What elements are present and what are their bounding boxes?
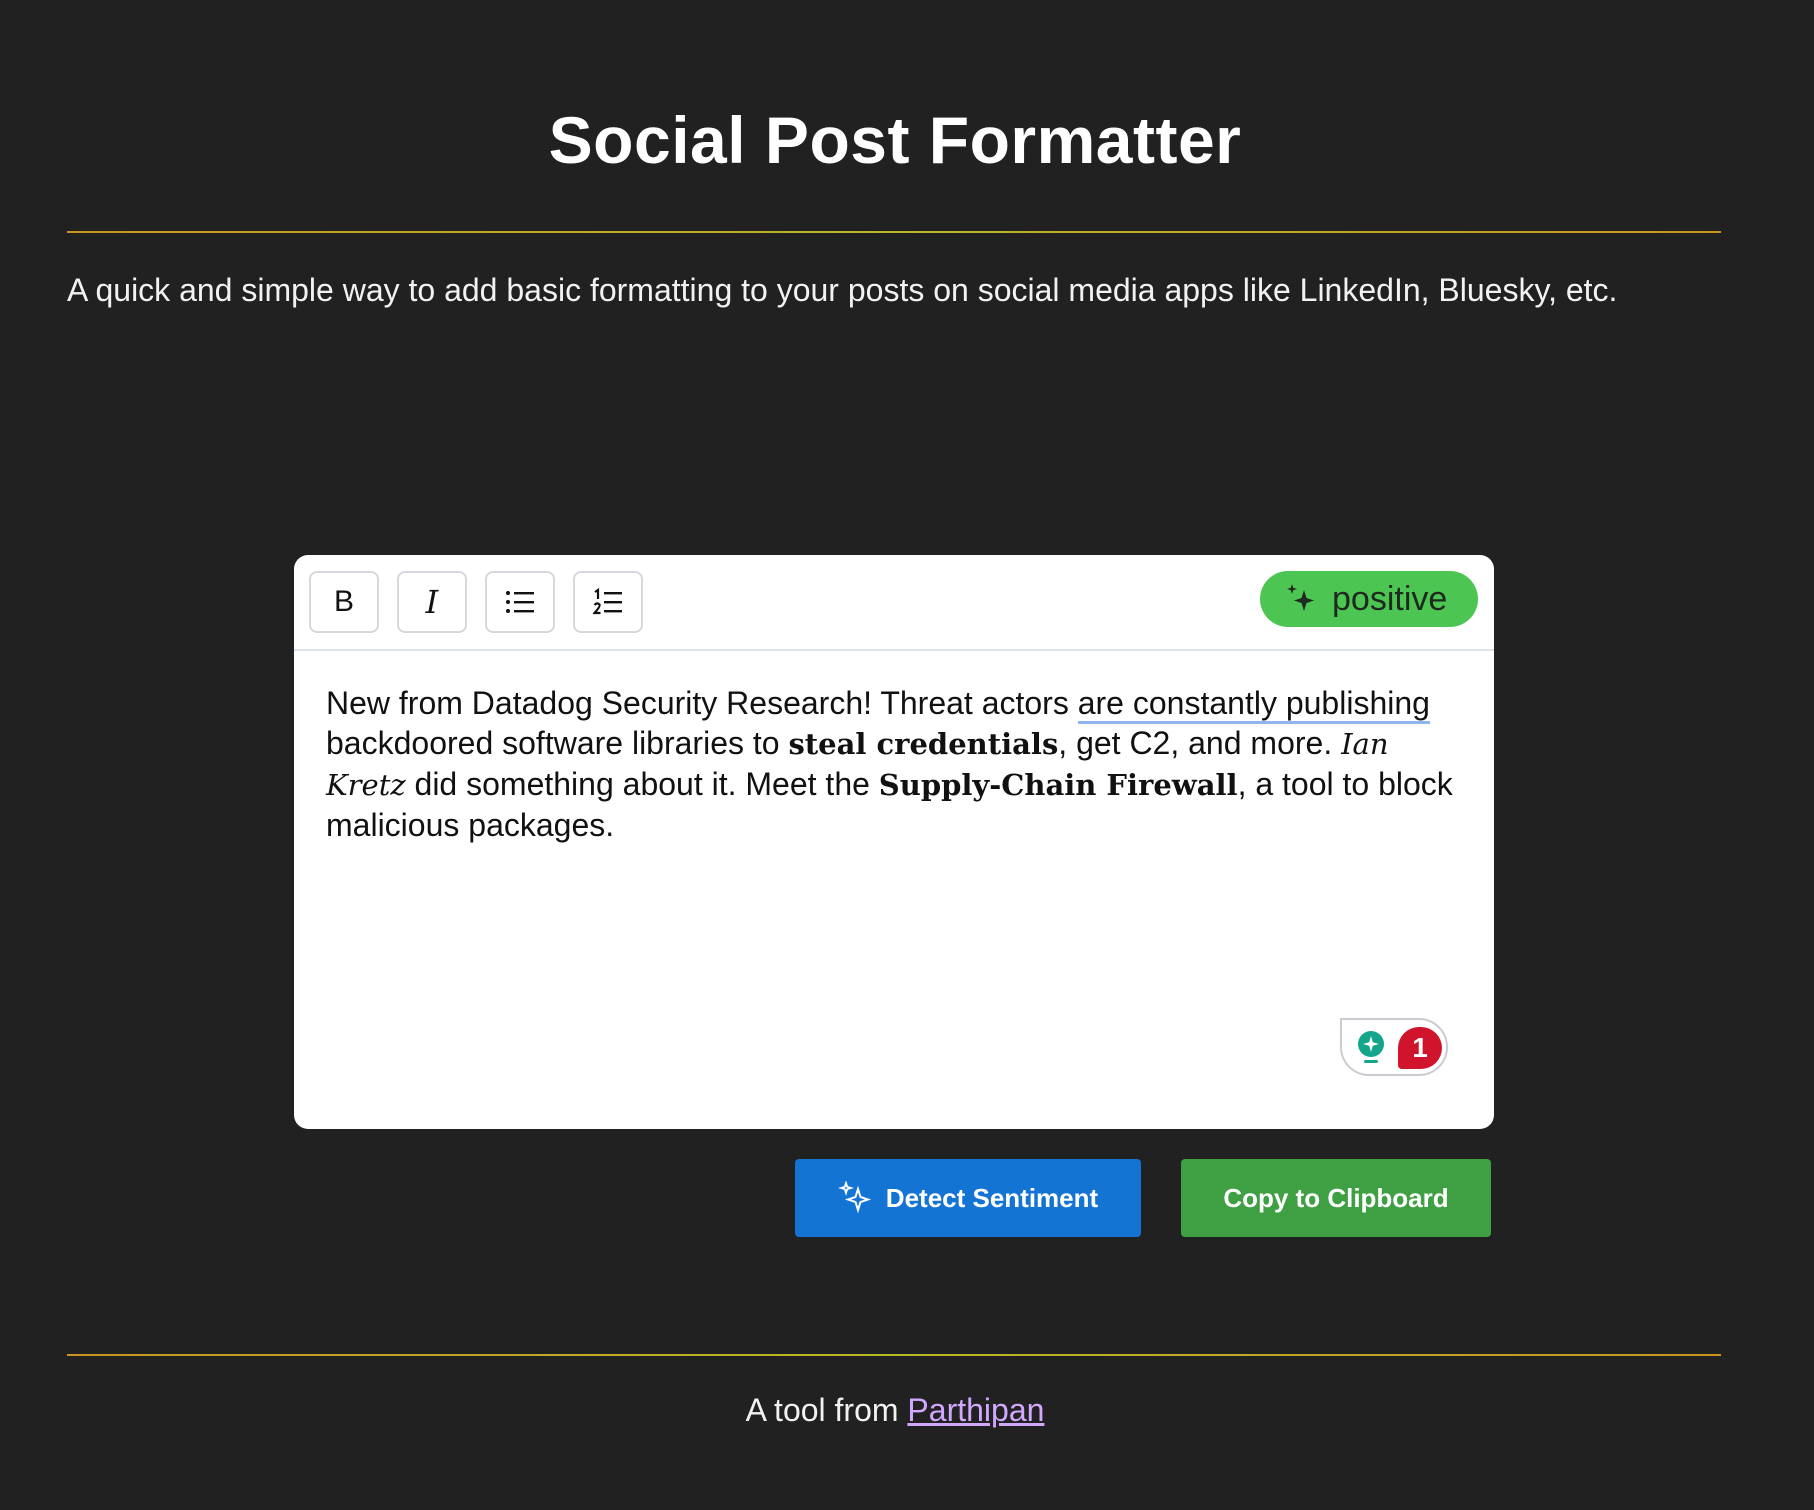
bulleted-list-button[interactable] — [485, 571, 555, 633]
page-title: Social Post Formatter — [548, 103, 1242, 177]
italic-button[interactable]: I — [397, 571, 467, 633]
post-text-area[interactable]: New from Datadog Security Research! Thre… — [326, 683, 1466, 845]
author-link[interactable]: Parthipan — [907, 1392, 1044, 1428]
bold-button[interactable]: B — [309, 571, 379, 633]
text-segment: did something about it. Meet the — [405, 766, 879, 802]
page: Social Post Formatter A quick and simple… — [0, 0, 1814, 1510]
bottom-divider — [67, 1354, 1721, 1356]
top-divider — [67, 231, 1721, 233]
detect-sentiment-label: Detect Sentiment — [885, 1182, 1099, 1213]
numbered-list-icon — [593, 588, 622, 615]
text-segment: , get C2, and more. — [1058, 725, 1342, 761]
sparkle-icon — [837, 1181, 871, 1214]
grammar-highlight[interactable]: are constantly publishing — [1077, 685, 1430, 724]
lightbulb-icon — [1358, 1031, 1384, 1063]
bulleted-list-icon — [506, 591, 534, 613]
text-segment: New from Datadog Security Research! Thre… — [326, 685, 1078, 721]
sentiment-badge: positive — [1260, 571, 1478, 627]
footer: A tool from Parthipan — [0, 1388, 1790, 1432]
grammar-assistant-widget[interactable]: 1 — [1340, 1018, 1448, 1076]
text-segment: backdoored software libraries to — [326, 725, 789, 761]
sentiment-label: positive — [1332, 579, 1448, 618]
copy-to-clipboard-button[interactable]: Copy to Clipboard — [1181, 1159, 1491, 1237]
bold-text: Supply-Chain Firewall — [878, 768, 1238, 802]
footer-prefix: A tool from — [745, 1392, 908, 1428]
page-subtitle: A quick and simple way to add basic form… — [67, 272, 1618, 308]
sparkle-icon — [1287, 584, 1314, 611]
formatting-toolbar: B I positive — [294, 555, 1494, 651]
detect-sentiment-button[interactable]: Detect Sentiment — [795, 1159, 1141, 1237]
editor-card: B I positive New from Datadog Security R… — [294, 555, 1494, 1129]
numbered-list-button[interactable] — [573, 571, 643, 633]
issue-count-badge: 1 — [1398, 1027, 1442, 1069]
bold-text: steal credentials — [788, 727, 1059, 761]
